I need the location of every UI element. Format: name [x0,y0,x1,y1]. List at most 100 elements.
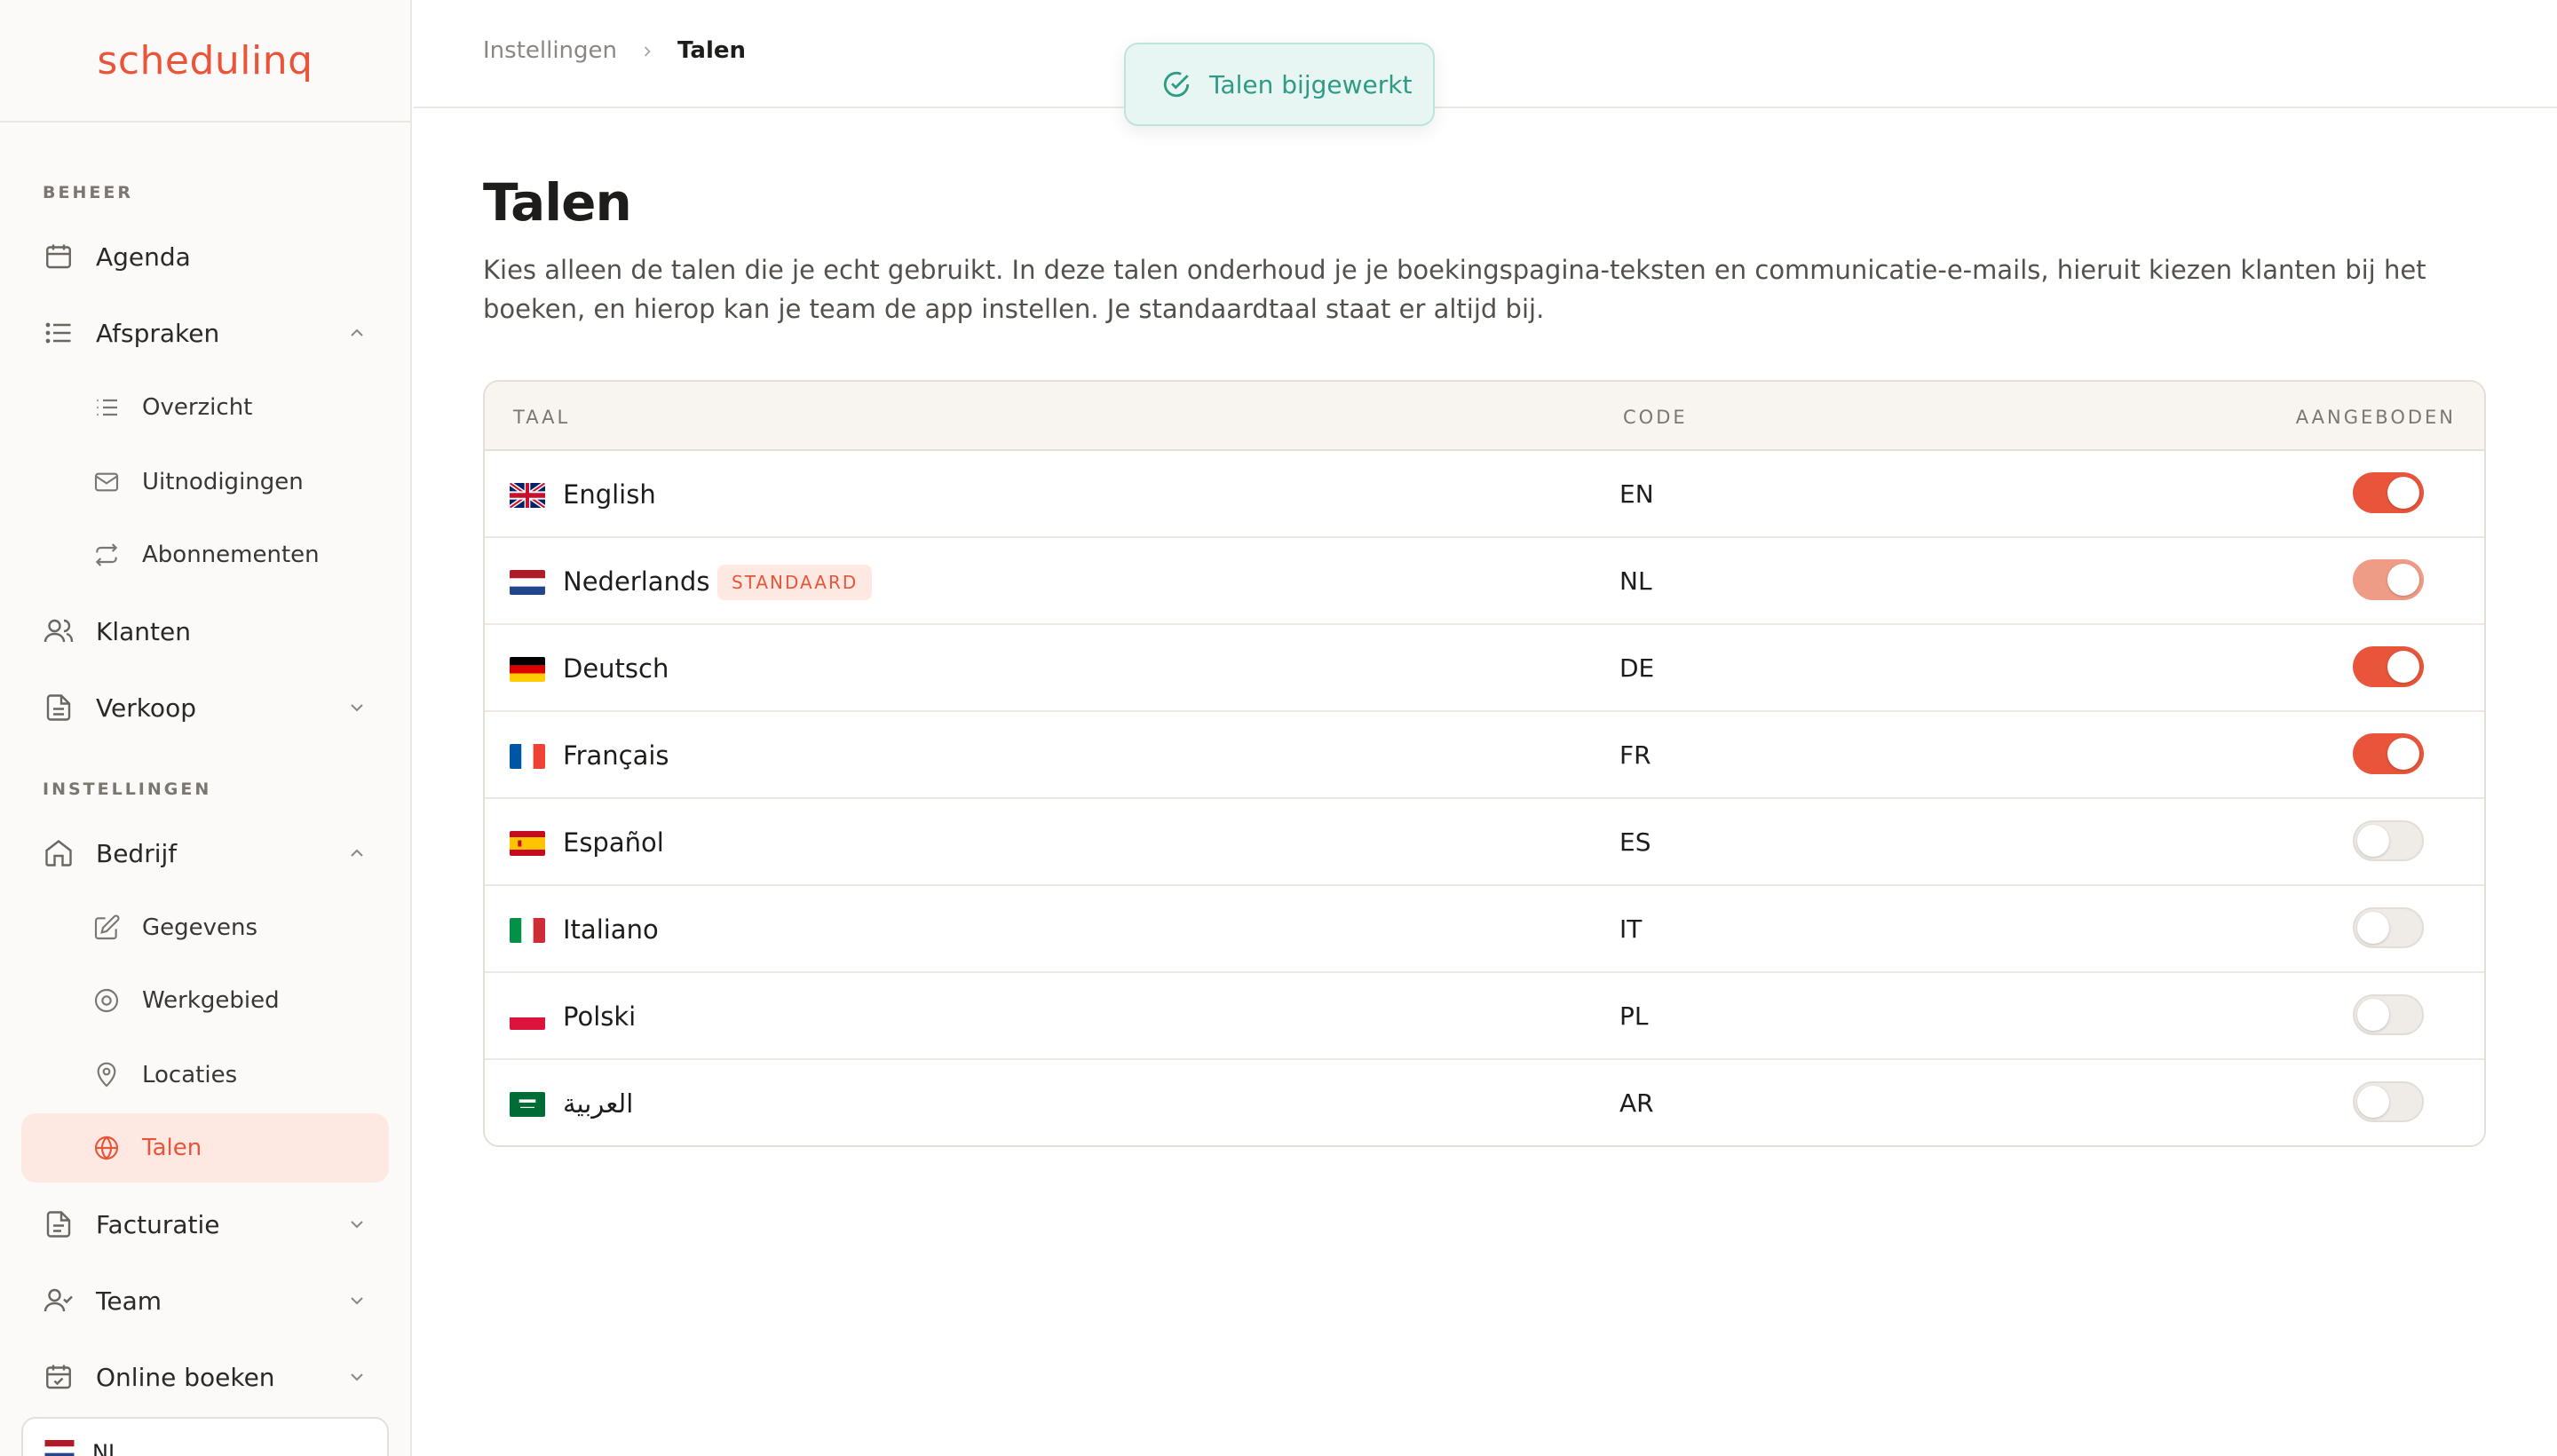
default-badge: STANDAARD [717,565,873,600]
language-code: IT [1619,914,1643,944]
chevron-down-icon [351,1373,363,1381]
sidebar-item-label: Bedrijf [96,838,178,868]
language-name: Español [563,827,664,858]
sidebar-item-agenda[interactable]: Agenda [21,222,389,291]
sidebar-item-label: Afspraken [96,318,220,348]
sidebar-item-online-boeken[interactable]: Online boeken [21,1342,389,1412]
users-icon [43,615,75,647]
language-code: NL [1619,566,1652,596]
language-name: Nederlands [563,566,710,597]
app-logo[interactable]: schedulinq [97,38,313,83]
mail-icon [92,468,121,496]
language-name: Français [563,740,669,771]
invoice-icon [43,1208,75,1240]
table-row: العربية AR [485,1060,2484,1145]
sidebar-item-label: Talen [142,1135,202,1161]
sidebar-item-label: Facturatie [96,1209,220,1239]
offered-toggle[interactable] [2353,1081,2424,1122]
sidebar-item-afspraken[interactable]: Afspraken [21,298,389,368]
target-icon [92,986,121,1015]
sidebar-item-label: Team [96,1286,162,1316]
offered-toggle[interactable] [2353,820,2424,861]
calendar-check-icon [43,1361,75,1393]
globe-icon [92,1134,121,1162]
sidebar-item-label: Locaties [142,1062,238,1088]
sidebar-item-overzicht[interactable]: Overzicht [21,373,389,442]
sidebar-item-facturatie[interactable]: Facturatie [21,1190,389,1259]
toggle-knob [2387,564,2419,596]
sidebar-item-verkoop[interactable]: Verkoop [21,673,389,742]
sidebar-item-gegevens[interactable]: Gegevens [21,893,389,962]
breadcrumb-current: Talen [677,37,746,64]
table-row: Italiano IT [485,886,2484,973]
language-code: ES [1619,827,1651,857]
sidebar-item-label: Werkgebied [142,987,280,1014]
sidebar-item-label: Abonnementen [142,542,320,568]
language-code: AR [1619,1088,1654,1118]
toggle-knob [2357,912,2389,944]
language-code: EN [1619,479,1654,509]
chevron-right-icon [644,46,651,57]
flag-fr-icon [510,744,545,769]
sidebar-item-talen[interactable]: Talen [21,1113,389,1183]
document-icon [43,692,75,724]
breadcrumb-parent[interactable]: Instellingen [483,37,617,64]
page-title: Talen [483,172,632,233]
home-icon [43,837,75,869]
sidebar-item-label: Klanten [96,616,191,646]
language-switcher[interactable]: NL [21,1417,389,1456]
offered-toggle[interactable] [2353,472,2424,513]
sidebar-item-werkgebied[interactable]: Werkgebied [21,966,389,1035]
sidebar-item-locaties[interactable]: Locaties [21,1041,389,1110]
chevron-down-icon [351,704,363,712]
sidebar-item-label: Online boeken [96,1362,275,1392]
toggle-knob [2387,477,2419,509]
toggle-knob [2357,1086,2389,1118]
sidebar-item-bedrijf[interactable]: Bedrijf [21,819,389,888]
sidebar: schedulinq BEHEER Agenda Afspraken Overz… [0,0,412,1456]
language-name: Polski [563,1001,637,1032]
list-icon [92,393,121,422]
language-name: العربية [563,1088,634,1119]
sidebar-item-label: Verkoop [96,692,196,723]
language-name: Deutsch [563,653,669,684]
language-code: DE [1619,653,1655,683]
toggle-knob [2387,651,2419,683]
flag-sa-icon [510,1092,545,1117]
check-circle-icon [1163,71,1190,98]
column-header-offered: AANGEBODEN [2295,407,2456,428]
table-row: Polski PL [485,973,2484,1060]
repeat-icon [92,541,121,569]
sidebar-item-uitnodigingen[interactable]: Uitnodigingen [21,447,389,517]
flag-nl-icon [44,1440,75,1456]
section-label-beheer: BEHEER [43,183,133,202]
table-header: TAAL CODE AANGEBODEN [485,382,2484,451]
table-row: English EN [485,451,2484,538]
offered-toggle[interactable] [2353,994,2424,1035]
sidebar-item-team[interactable]: Team [21,1266,389,1335]
user-check-icon [43,1285,75,1317]
offered-toggle-disabled [2353,559,2424,600]
toast-message: Talen bijgewerkt [1209,69,1413,99]
offered-toggle[interactable] [2353,646,2424,687]
table-row: Español ES [485,799,2484,886]
chevron-down-icon [351,1297,363,1305]
toggle-knob [2357,825,2389,857]
sidebar-item-klanten[interactable]: Klanten [21,597,389,666]
language-name: English [563,479,656,510]
table-row: Français FR [485,712,2484,799]
language-code: PL [1619,1001,1649,1031]
list-icon [43,317,75,349]
offered-toggle[interactable] [2353,733,2424,774]
offered-toggle[interactable] [2353,907,2424,948]
chevron-up-icon [351,849,363,857]
flag-pl-icon [510,1005,545,1030]
sidebar-item-abonnementen[interactable]: Abonnementen [21,520,389,590]
map-pin-icon [92,1061,121,1089]
column-header-code: CODE [1623,407,1688,428]
language-code: FR [1619,740,1651,770]
table-row: Deutsch DE [485,625,2484,712]
sidebar-item-label: Gegevens [142,914,258,941]
breadcrumb: Instellingen Talen [414,0,2557,108]
sidebar-item-label: Agenda [96,241,191,272]
